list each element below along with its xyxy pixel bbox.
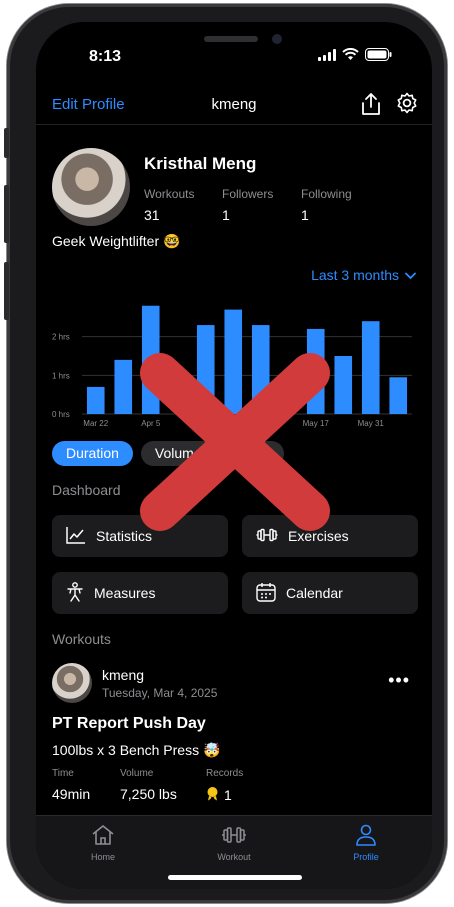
app-screen: 8:13 Edit Profile kmeng Kristhal Meng Wo… — [36, 22, 432, 889]
nav-bar: Edit Profile kmeng — [36, 88, 432, 124]
metric-chips: Duration Volume Reps — [52, 441, 285, 466]
x-tick-label: Apr 5 — [141, 419, 161, 428]
metric-time-label: Time — [52, 768, 74, 779]
chevron-down-icon — [405, 267, 416, 283]
x-tick-label: May 17 — [303, 419, 330, 428]
avatar[interactable] — [52, 148, 130, 226]
profile-name: Kristhal Meng — [144, 154, 257, 173]
dumbbell-icon — [256, 528, 278, 545]
body-measure-icon — [66, 581, 84, 605]
share-icon[interactable] — [360, 92, 382, 121]
metric-time-value: 49min — [52, 786, 91, 802]
home-indicator — [168, 875, 302, 880]
stat-followers-value[interactable]: 1 — [222, 207, 230, 223]
calendar-button[interactable]: Calendar — [242, 572, 418, 614]
post-avatar[interactable] — [52, 663, 92, 703]
tab-home-label: Home — [90, 852, 115, 862]
chart-bar[interactable] — [251, 325, 270, 414]
post-date: Tuesday, Mar 4, 2025 — [102, 686, 218, 700]
post-title[interactable]: PT Report Push Day — [52, 715, 206, 733]
nav-actions — [360, 92, 418, 121]
chart-bar[interactable] — [114, 359, 133, 414]
chart-bar[interactable] — [361, 321, 380, 414]
chart-line-icon — [66, 526, 86, 547]
post-username[interactable]: kmeng — [102, 667, 144, 683]
post-description: 100lbs x 3 Bench Press 🤯 — [52, 742, 221, 758]
calendar-icon — [256, 582, 276, 605]
chart-bar[interactable] — [334, 356, 353, 414]
nav-divider — [36, 124, 432, 125]
wifi-icon — [342, 48, 359, 66]
x-tick-label: Mar 22 — [83, 419, 108, 428]
measures-label: Measures — [94, 585, 156, 601]
range-selector[interactable]: Last 3 months — [311, 267, 416, 283]
volume-down-button — [4, 262, 9, 320]
y-tick-label: 1 hrs — [52, 371, 70, 380]
tab-workout[interactable]: Workout — [194, 824, 274, 862]
chip-duration[interactable]: Duration — [52, 441, 133, 466]
battery-icon — [365, 48, 392, 66]
metric-volume-value: 7,250 lbs — [120, 786, 177, 802]
medal-icon — [206, 786, 219, 804]
exercises-button[interactable]: Exercises — [242, 515, 418, 557]
home-icon — [63, 824, 143, 848]
calendar-label: Calendar — [286, 585, 343, 601]
notch — [148, 22, 320, 64]
metric-records-value: 1 — [224, 787, 232, 803]
chart-bar[interactable] — [224, 309, 243, 414]
metric-volume-label: Volume — [120, 768, 154, 779]
status-time: 8:13 — [89, 48, 122, 65]
chart-bar[interactable] — [86, 386, 105, 414]
stat-workouts-value[interactable]: 31 — [144, 207, 160, 223]
person-icon — [326, 824, 406, 848]
more-options-icon[interactable]: ••• — [388, 670, 410, 691]
signal-icon — [318, 48, 336, 66]
range-label: Last 3 months — [311, 267, 399, 283]
exercises-label: Exercises — [288, 528, 349, 544]
tab-profile[interactable]: Profile — [326, 824, 406, 862]
stat-following-label: Following — [301, 187, 352, 201]
stat-workouts-label: Workouts — [144, 187, 195, 201]
chip-reps[interactable]: Reps — [223, 441, 285, 466]
metric-records-label: Records — [206, 768, 244, 779]
speaker-grille — [204, 36, 258, 42]
statistics-button[interactable]: Statistics — [52, 515, 228, 557]
y-tick-label: 0 hrs — [52, 410, 70, 419]
dashboard-heading: Dashboard — [52, 482, 121, 498]
front-camera — [272, 34, 282, 44]
workouts-heading: Workouts — [52, 631, 111, 647]
status-icons — [318, 48, 392, 66]
profile-bio: Geek Weightlifter 🤓 — [52, 233, 181, 249]
dumbbell-icon — [194, 824, 274, 848]
chart-bar[interactable] — [306, 328, 325, 414]
chart-bar[interactable] — [141, 305, 160, 414]
tab-profile-label: Profile — [353, 852, 379, 862]
gear-icon[interactable] — [396, 92, 418, 121]
y-tick-label: 2 hrs — [52, 333, 70, 342]
chart-bar[interactable] — [196, 325, 215, 414]
chart-bar[interactable] — [389, 377, 408, 414]
volume-up-button — [4, 185, 9, 243]
x-tick-label: May 31 — [358, 419, 385, 428]
stat-following-value[interactable]: 1 — [301, 207, 309, 223]
mute-switch — [4, 128, 9, 158]
statistics-label: Statistics — [96, 528, 153, 544]
duration-chart: 0 hrs 1 hrs 2 hrs Mar 22 Apr 5 May 17 May 31 — [52, 305, 412, 428]
measures-button[interactable]: Measures — [52, 572, 228, 614]
tab-home[interactable]: Home — [63, 824, 143, 862]
chip-volume[interactable]: Volume — [140, 441, 216, 466]
tab-workout-label: Workout — [217, 852, 251, 862]
stat-followers-label: Followers — [222, 187, 274, 201]
metric-records: 1 — [206, 786, 232, 804]
